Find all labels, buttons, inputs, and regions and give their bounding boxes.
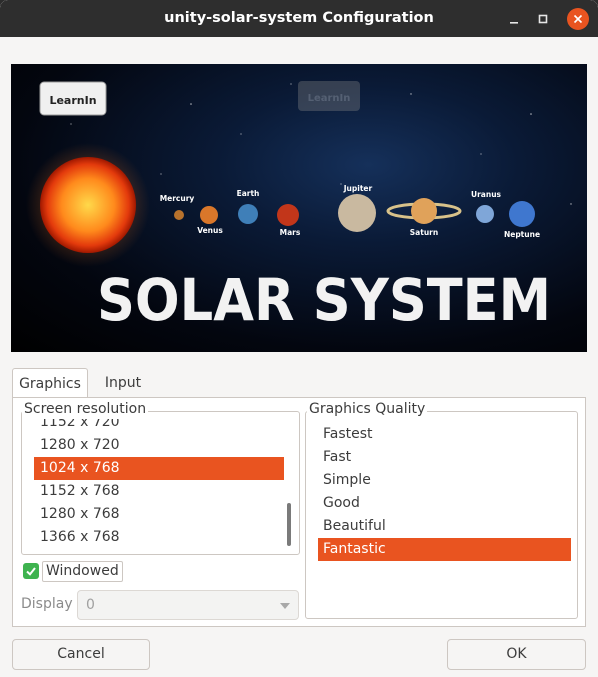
chevron-down-icon (280, 603, 290, 609)
svg-text:Mercury: Mercury (160, 194, 195, 203)
display-label: Display (21, 596, 73, 612)
maximize-icon (538, 14, 548, 24)
windowed-checkbox[interactable] (23, 563, 39, 579)
svg-text:Neptune: Neptune (504, 230, 540, 239)
svg-text:Mars: Mars (280, 228, 301, 237)
list-item[interactable]: 1280 x 768 (34, 503, 284, 526)
list-item[interactable]: Fastest (318, 423, 571, 446)
list-item-selected[interactable]: 1024 x 768 (34, 457, 284, 480)
tab-input[interactable]: Input (96, 368, 150, 398)
list-item-selected[interactable]: Fantastic (318, 538, 571, 561)
minimize-icon (510, 22, 518, 24)
list-item[interactable]: Simple (318, 469, 571, 492)
mars-graphic (277, 204, 299, 226)
list-item[interactable]: 1280 x 720 (34, 434, 284, 457)
learnin-logo: LearnIn (39, 81, 107, 116)
mercury-graphic (174, 210, 184, 220)
list-item[interactable]: Beautiful (318, 515, 571, 538)
svg-text:LearnIn: LearnIn (308, 93, 351, 104)
learnin-watermark: LearnIn (298, 81, 360, 111)
saturn-graphic (386, 198, 462, 224)
list-item[interactable]: 1366 x 768 (34, 526, 284, 549)
ok-button[interactable]: OK (447, 639, 586, 670)
svg-text:Uranus: Uranus (471, 190, 502, 199)
list-item[interactable]: Fast (318, 446, 571, 469)
checkmark-icon (26, 567, 36, 576)
list-item[interactable]: 1152 x 720 (34, 419, 284, 434)
neptune-graphic (509, 201, 535, 227)
display-value: 0 (86, 597, 95, 613)
config-window: unity-solar-system Configuration LearnIn… (0, 0, 598, 677)
list-item[interactable]: 1152 x 768 (34, 480, 284, 503)
banner-headline: SOLAR SYSTEM (97, 266, 551, 334)
windowed-label[interactable]: Windowed (42, 561, 123, 582)
display-select[interactable]: 0 (77, 590, 299, 620)
svg-text:Earth: Earth (237, 189, 260, 198)
resolution-list[interactable]: 1152 x 720 1280 x 720 1024 x 768 1152 x … (22, 419, 298, 551)
minimize-button[interactable] (503, 8, 525, 30)
svg-text:Jupiter: Jupiter (343, 184, 373, 193)
earth-graphic (238, 204, 258, 224)
jupiter-graphic (338, 194, 376, 232)
svg-text:LearnIn: LearnIn (49, 94, 96, 107)
list-item[interactable]: Good (318, 492, 571, 515)
uranus-graphic (476, 205, 494, 223)
close-icon (573, 14, 583, 24)
maximize-button[interactable] (532, 8, 554, 30)
solar-system-banner: LearnIn LearnIn Mercury Venus Earth Mars… (11, 64, 587, 352)
close-button[interactable] (567, 8, 589, 30)
sun-graphic (40, 157, 136, 253)
title-bar[interactable]: unity-solar-system Configuration (0, 0, 598, 37)
tab-graphics[interactable]: Graphics (12, 368, 88, 398)
svg-text:Saturn: Saturn (410, 228, 438, 237)
screen-resolution-label: Screen resolution (22, 401, 149, 417)
cancel-button[interactable]: Cancel (12, 639, 150, 670)
venus-graphic (200, 206, 218, 224)
graphics-quality-label: Graphics Quality (307, 401, 428, 417)
svg-text:Venus: Venus (197, 226, 223, 235)
resolution-scrollbar[interactable] (287, 503, 291, 546)
